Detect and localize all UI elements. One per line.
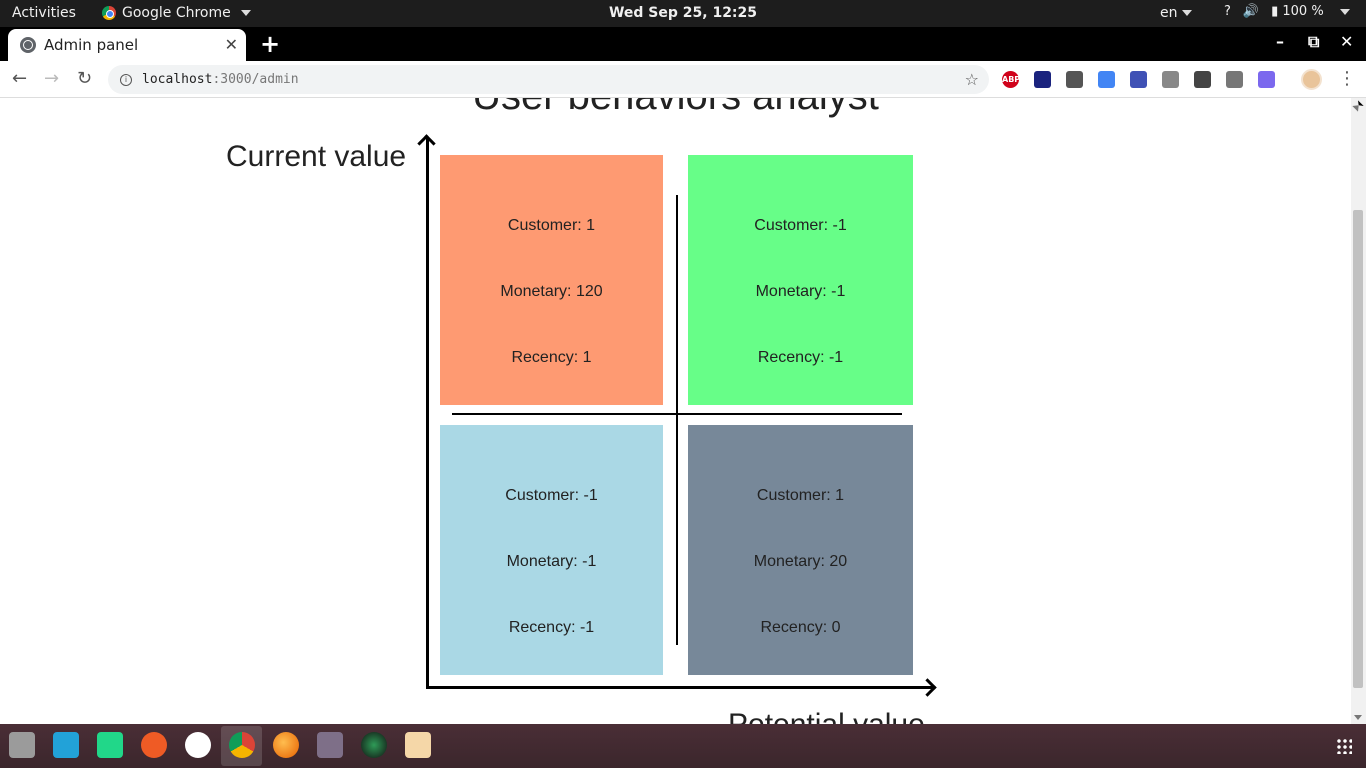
recency-value: Recency: 0: [760, 619, 841, 636]
monetary-value: Monetary: 20: [753, 553, 848, 570]
new-tab-button[interactable]: +: [260, 30, 280, 58]
monetary-value: Monetary: -1: [506, 553, 597, 570]
customer-value: Customer: -1: [505, 487, 598, 504]
battery-label: 100 %: [1282, 4, 1324, 19]
close-window-button[interactable]: ✕: [1340, 32, 1353, 51]
mongodb-compass-icon[interactable]: [185, 732, 211, 758]
language-label: en: [1160, 5, 1178, 21]
chevron-down-icon: [1181, 10, 1192, 16]
chevron-down-icon: [1339, 8, 1350, 15]
menu-kebab-icon[interactable]: ⋮: [1338, 68, 1356, 89]
profile-avatar[interactable]: [1301, 69, 1322, 90]
globe-icon: [20, 37, 36, 53]
extension-grid-icon[interactable]: [1226, 71, 1243, 88]
url-host: localhost: [142, 72, 213, 87]
address-bar[interactable]: i localhost:3000/admin ☆: [108, 65, 989, 94]
extension-barcode-icon[interactable]: [1130, 71, 1147, 88]
battery-indicator: ▮ 100 %: [1271, 4, 1324, 19]
translate-extension-icon[interactable]: [1098, 71, 1115, 88]
quadrant-top-right: Customer: -1 Monetary: -1 Recency: -1: [688, 155, 913, 405]
recency-value: Recency: -1: [508, 619, 595, 636]
volume-icon: 🔊: [1242, 4, 1260, 19]
quadrant-bottom-left: Customer: -1 Monetary: -1 Recency: -1: [440, 425, 663, 675]
chrome-icon[interactable]: [229, 732, 255, 758]
y-axis-label: Current value: [226, 140, 407, 173]
app-menu-label: Google Chrome: [122, 5, 231, 21]
show-applications-icon[interactable]: [1336, 738, 1352, 754]
scroll-up-icon[interactable]: [1352, 100, 1364, 112]
extension-reader-icon[interactable]: [1066, 71, 1083, 88]
quadrant-divider-vertical: [676, 195, 678, 645]
customer-value: Customer: -1: [754, 217, 847, 234]
reload-button[interactable]: ↻: [77, 68, 92, 89]
extension-json-icon[interactable]: [1162, 71, 1179, 88]
dock: [0, 724, 1366, 768]
recency-value: Recency: -1: [757, 349, 844, 366]
react-devtools-icon[interactable]: [1194, 71, 1211, 88]
system-tray[interactable]: ? 🔊 ▮ 100 %: [1224, 4, 1350, 19]
extension-j-icon[interactable]: [1034, 71, 1051, 88]
info-icon[interactable]: i: [120, 73, 132, 86]
customer-value: Customer: 1: [756, 487, 845, 504]
x-axis-line: [426, 686, 935, 689]
postman-icon[interactable]: [141, 732, 167, 758]
browser-toolbar: ← → ↻ i localhost:3000/admin ☆ ABP ⋮: [0, 61, 1366, 98]
page-viewport: User behaviors analyst Current value Pot…: [0, 98, 1366, 724]
vscode-icon[interactable]: [53, 732, 79, 758]
pycharm-icon[interactable]: [97, 732, 123, 758]
chrome-icon: [102, 6, 116, 20]
activities-button[interactable]: Activities: [12, 5, 76, 21]
quadrant-divider-horizontal: [452, 413, 902, 415]
bookmark-star-icon[interactable]: ☆: [965, 70, 979, 89]
y-axis-arrow-icon: [417, 134, 436, 153]
files-icon[interactable]: [9, 732, 35, 758]
language-selector[interactable]: en: [1160, 5, 1192, 21]
tab-strip: Admin panel ✕ + – ⧉ ✕: [0, 27, 1366, 61]
video-player-icon[interactable]: [317, 732, 343, 758]
tab-admin-panel[interactable]: Admin panel ✕: [8, 29, 246, 61]
recency-value: Recency: 1: [511, 349, 592, 366]
x-axis-arrow-icon: [918, 678, 937, 697]
clock[interactable]: Wed Sep 25, 12:25: [609, 5, 757, 21]
network-icon: ?: [1224, 4, 1231, 19]
scrollbar-thumb[interactable]: [1353, 210, 1363, 688]
scroll-down-icon[interactable]: [1354, 715, 1362, 720]
minimize-button[interactable]: –: [1276, 32, 1284, 51]
monetary-value: Monetary: -1: [755, 283, 846, 300]
back-button[interactable]: ←: [12, 68, 27, 89]
forward-button[interactable]: →: [44, 68, 59, 89]
quadrant-bottom-right: Customer: 1 Monetary: 20 Recency: 0: [688, 425, 913, 675]
extension-pen-icon[interactable]: [1258, 71, 1275, 88]
customer-value: Customer: 1: [507, 217, 596, 234]
monetary-value: Monetary: 120: [500, 283, 603, 300]
page-scrollbar[interactable]: [1351, 98, 1366, 724]
x-axis-label: Potential value: [728, 708, 925, 724]
text-editor-icon[interactable]: [405, 732, 431, 758]
screenshot-icon[interactable]: [361, 732, 387, 758]
page-title: User behaviors analyst: [0, 98, 1351, 119]
app-menu[interactable]: Google Chrome: [102, 5, 251, 21]
tab-title: Admin panel: [44, 36, 139, 54]
chevron-down-icon: [240, 10, 251, 16]
system-top-bar: Activities Google Chrome Wed Sep 25, 12:…: [0, 0, 1366, 27]
url-path: :3000/admin: [212, 72, 299, 87]
adblock-extension-icon[interactable]: ABP: [1002, 71, 1020, 88]
quadrant-top-left: Customer: 1 Monetary: 120 Recency: 1: [440, 155, 663, 405]
firefox-icon[interactable]: [273, 732, 299, 758]
close-icon[interactable]: ✕: [225, 35, 238, 54]
y-axis-line: [426, 138, 429, 689]
restore-button[interactable]: ⧉: [1308, 32, 1319, 52]
